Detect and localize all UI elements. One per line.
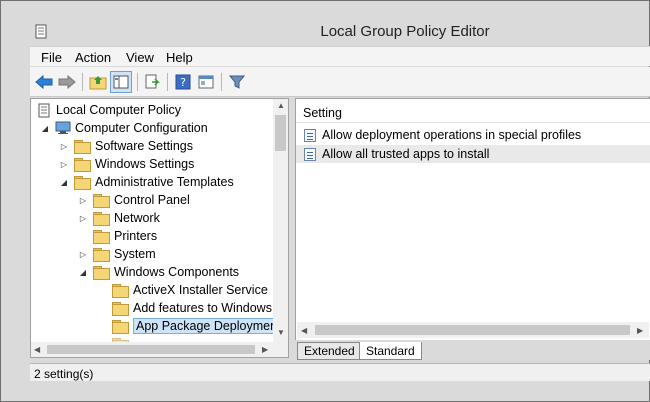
main-window: Local Group Policy Editor File Action Vi…	[0, 0, 650, 402]
setting-row[interactable]: Allow deployment operations in special p…	[296, 126, 650, 144]
setting-label: Allow all trusted apps to install	[322, 147, 490, 161]
collapsed-triangle-icon[interactable]: ▷	[58, 160, 70, 169]
tree-item-computer-configuration[interactable]: ◢ Computer Configuration	[39, 119, 208, 137]
expanded-triangle-icon[interactable]: ◢	[58, 178, 70, 187]
status-text: 2 setting(s)	[34, 367, 94, 381]
collapsed-triangle-icon[interactable]: ▷	[77, 214, 89, 223]
menu-file[interactable]: File	[41, 50, 62, 65]
svg-text:?: ?	[180, 76, 186, 89]
folder-icon	[93, 193, 110, 208]
tree-item-windows-settings[interactable]: ▷ Windows Settings	[58, 155, 194, 173]
tree-item-network[interactable]: ▷ Network	[77, 209, 160, 227]
tree-item-label: Computer Configuration	[75, 121, 208, 135]
scroll-left-arrow-icon[interactable]: ◀	[34, 345, 40, 354]
filter-icon[interactable]	[226, 71, 248, 93]
tree-item-label: Software Settings	[95, 139, 193, 153]
window-title: Local Group Policy Editor	[320, 23, 490, 40]
scroll-up-arrow-icon[interactable]: ▲	[277, 101, 285, 110]
tree-item-software-settings[interactable]: ▷ Software Settings	[58, 137, 193, 155]
tab-standard[interactable]: Standard	[359, 342, 422, 360]
column-header-label: Setting	[303, 106, 342, 120]
folder-icon	[74, 139, 91, 154]
menu-view[interactable]: View	[126, 50, 154, 65]
settings-horizontal-scrollbar[interactable]: ◀ ▶	[297, 322, 649, 338]
tab-extended[interactable]: Extended	[297, 342, 362, 360]
help-icon[interactable]: ?	[172, 71, 194, 93]
properties-icon[interactable]	[195, 71, 217, 93]
scroll-thumb[interactable]	[315, 325, 630, 335]
expanded-triangle-icon[interactable]: ◢	[39, 124, 51, 133]
folder-icon	[74, 157, 91, 172]
tree-item-label: Administrative Templates	[95, 175, 234, 189]
setting-icon	[304, 147, 316, 161]
status-bar: 2 setting(s)	[30, 363, 650, 381]
tree-horizontal-scrollbar[interactable]: ◀ ▶	[31, 342, 288, 357]
scroll-thumb[interactable]	[275, 115, 286, 151]
toolbar: ?	[30, 67, 650, 97]
tree-item-administrative-templates[interactable]: ◢ Administrative Templates	[58, 173, 234, 191]
tree-item-label: Local Computer Policy	[56, 103, 182, 117]
scroll-right-arrow-icon[interactable]: ▶	[262, 345, 268, 354]
tree-item-control-panel[interactable]: ▷ Control Panel	[77, 191, 190, 209]
tree-item-label: App Package Deployment	[133, 318, 284, 334]
tree-pane: Local Computer Policy ◢ Computer Configu…	[30, 98, 289, 358]
tree-vertical-scrollbar[interactable]: ▲ ▼	[273, 99, 288, 342]
tree-item-printers[interactable]: Printers	[77, 227, 157, 245]
view-tabs: Extended Standard	[295, 340, 650, 360]
scroll-right-arrow-icon[interactable]: ▶	[637, 326, 643, 335]
tree-item-label: Control Panel	[114, 193, 190, 207]
tree-item-label: System	[114, 247, 156, 261]
tree-item-label: Network	[114, 211, 160, 225]
column-header-setting[interactable]: Setting	[296, 99, 650, 123]
folder-icon	[93, 247, 110, 262]
back-arrow-icon[interactable]	[33, 71, 55, 93]
menu-help[interactable]: Help	[166, 50, 193, 65]
folder-icon	[112, 319, 129, 334]
setting-row[interactable]: Allow all trusted apps to install	[296, 145, 650, 163]
title-bar: Local Group Policy Editor	[1, 1, 649, 43]
folder-icon	[112, 301, 129, 316]
tree-item-label: ActiveX Installer Service	[133, 283, 268, 297]
tree-item-app-package-deployment[interactable]: App Package Deployment	[96, 317, 284, 335]
setting-label: Allow deployment operations in special p…	[322, 128, 582, 142]
scroll-thumb[interactable]	[47, 345, 255, 354]
collapsed-triangle-icon[interactable]: ▷	[77, 250, 89, 259]
forward-arrow-icon[interactable]	[56, 71, 78, 93]
folder-icon	[74, 175, 91, 190]
scroll-down-arrow-icon[interactable]: ▼	[277, 328, 285, 337]
up-folder-icon[interactable]	[87, 71, 109, 93]
folder-icon	[112, 283, 129, 298]
settings-pane: Setting Allow deployment operations in s…	[295, 98, 650, 360]
tree-item-add-features-to-windows-8[interactable]: Add features to Windows 8	[96, 299, 282, 317]
tree-item-system[interactable]: ▷ System	[77, 245, 156, 263]
tree-item-label: Add features to Windows 8	[133, 301, 283, 315]
tree-item-label: Printers	[114, 229, 158, 243]
folder-icon	[93, 229, 110, 244]
tree-item-label: Windows Settings	[95, 157, 195, 171]
tree-item-activex-installer-service[interactable]: ActiveX Installer Service	[96, 281, 268, 299]
policy-icon	[38, 103, 50, 117]
tree-item-label: Windows Components	[114, 265, 240, 279]
export-list-icon[interactable]	[141, 71, 163, 93]
setting-icon	[304, 128, 316, 142]
collapsed-triangle-icon[interactable]: ▷	[77, 196, 89, 205]
expanded-triangle-icon[interactable]: ◢	[77, 268, 89, 277]
folder-icon	[93, 211, 110, 226]
computer-icon	[55, 121, 71, 134]
tree-item-windows-components[interactable]: ◢ Windows Components	[77, 263, 239, 281]
show-hide-tree-icon[interactable]	[110, 71, 132, 93]
menu-action[interactable]: Action	[75, 50, 111, 65]
menu-bar: File Action View Help	[30, 46, 650, 66]
folder-icon	[93, 265, 110, 280]
scroll-left-arrow-icon[interactable]: ◀	[301, 326, 307, 335]
tree-item-local-computer-policy[interactable]: Local Computer Policy	[35, 101, 181, 119]
collapsed-triangle-icon[interactable]: ▷	[58, 142, 70, 151]
